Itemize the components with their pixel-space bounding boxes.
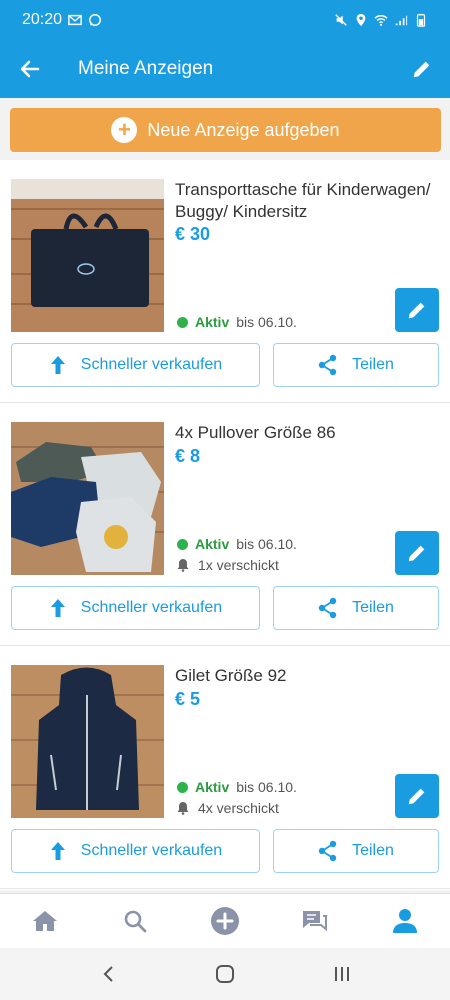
nav-add[interactable]	[200, 896, 250, 946]
status-label: Aktiv	[195, 314, 230, 330]
plus-icon: +	[111, 117, 138, 143]
edit-ad-button[interactable]	[395, 288, 439, 332]
sell-faster-label: Schneller verkaufen	[80, 842, 223, 859]
edit-ad-button[interactable]	[395, 774, 439, 818]
sent-label: 4x verschickt	[198, 800, 279, 816]
pencil-icon	[413, 61, 430, 78]
ad-card: Transporttasche für Kinderwagen/ Buggy/ …	[0, 160, 450, 403]
ad-price: € 8	[175, 446, 201, 466]
share-icon	[318, 597, 337, 619]
page-title: Meine Anzeigen	[78, 58, 214, 79]
ad-title[interactable]: 4x Pullover Größe 86	[175, 422, 440, 444]
location-icon	[356, 13, 366, 27]
arrow-left-icon	[20, 60, 40, 78]
bell-icon	[177, 559, 189, 572]
share-label: Teilen	[352, 842, 394, 859]
ad-card: Gilet Größe 92 € 5 Aktiv bis 06.10. 4x v…	[0, 646, 450, 889]
sell-faster-label: Schneller verkaufen	[80, 599, 223, 616]
status-bar: 20:20	[0, 0, 450, 40]
system-home-button[interactable]	[205, 954, 245, 994]
status-label: Aktiv	[195, 536, 230, 552]
home-square-icon	[215, 965, 234, 983]
new-ad-label: Neue Anzeige aufgeben	[147, 119, 340, 140]
ad-price: € 5	[175, 689, 201, 709]
sell-faster-button[interactable]: Schneller verkaufen	[11, 343, 260, 387]
gilet-photo	[11, 665, 164, 818]
sell-faster-button[interactable]: Schneller verkaufen	[11, 586, 260, 630]
wifi-icon	[374, 15, 388, 26]
nav-home[interactable]	[20, 896, 70, 946]
system-back-button[interactable]	[88, 954, 128, 994]
profile-icon	[393, 909, 417, 933]
ad-status: Aktiv bis 06.10.	[177, 779, 297, 795]
edit-button[interactable]	[394, 40, 450, 98]
app-bar: Meine Anzeigen	[0, 40, 450, 98]
ad-title[interactable]: Gilet Größe 92	[175, 665, 440, 687]
share-label: Teilen	[352, 599, 394, 616]
battery-icon	[416, 13, 426, 27]
sent-count: 4x verschickt	[177, 800, 279, 816]
status-until: bis 06.10.	[236, 536, 297, 552]
ads-list: Transporttasche für Kinderwagen/ Buggy/ …	[0, 160, 450, 890]
back-button[interactable]	[0, 40, 60, 98]
bottom-nav	[0, 893, 450, 948]
ad-title[interactable]: Transporttasche für Kinderwagen/ Buggy/ …	[175, 179, 440, 223]
ad-status: Aktiv bis 06.10.	[177, 536, 297, 552]
chevron-left-icon	[103, 966, 114, 982]
mute-icon	[335, 14, 347, 26]
arrow-up-icon	[50, 842, 65, 860]
search-icon	[124, 910, 147, 933]
status-label: Aktiv	[195, 779, 230, 795]
sent-label: 1x verschickt	[198, 557, 279, 573]
share-button[interactable]: Teilen	[273, 586, 439, 630]
whatsapp-icon	[89, 14, 101, 26]
system-recents-button[interactable]	[322, 954, 362, 994]
ad-status: Aktiv bis 06.10.	[177, 314, 297, 330]
share-button[interactable]: Teilen	[273, 829, 439, 873]
pencil-icon	[408, 545, 425, 562]
recents-icon	[334, 967, 349, 981]
nav-messages[interactable]	[290, 896, 340, 946]
sell-faster-button[interactable]: Schneller verkaufen	[11, 829, 260, 873]
pencil-icon	[408, 302, 425, 319]
clock: 20:20	[22, 11, 63, 28]
ad-image[interactable]	[11, 179, 164, 332]
nav-profile[interactable]	[380, 896, 430, 946]
bag-photo	[11, 179, 164, 332]
share-icon	[318, 354, 337, 376]
share-button[interactable]: Teilen	[273, 343, 439, 387]
sent-count: 1x verschickt	[177, 557, 279, 573]
arrow-up-icon	[50, 356, 65, 374]
share-label: Teilen	[352, 356, 394, 373]
ad-price: € 30	[175, 224, 211, 244]
system-nav-bar	[0, 948, 450, 1000]
status-until: bis 06.10.	[236, 314, 297, 330]
status-until: bis 06.10.	[236, 779, 297, 795]
messages-icon	[303, 911, 327, 932]
signal-icon	[395, 15, 408, 26]
nav-search[interactable]	[110, 896, 160, 946]
ad-card: 4x Pullover Größe 86 € 8 Aktiv bis 06.10…	[0, 403, 450, 646]
pullover-photo	[11, 422, 164, 575]
sell-faster-label: Schneller verkaufen	[80, 356, 223, 373]
active-dot-icon	[177, 781, 188, 793]
active-dot-icon	[177, 316, 188, 328]
bell-icon	[177, 802, 189, 815]
add-icon	[211, 907, 239, 935]
home-icon	[33, 911, 57, 931]
share-icon	[318, 840, 337, 862]
ad-image[interactable]	[11, 665, 164, 818]
pencil-icon	[408, 788, 425, 805]
active-dot-icon	[177, 538, 188, 550]
ad-image[interactable]	[11, 422, 164, 575]
new-ad-button[interactable]: + Neue Anzeige aufgeben	[10, 108, 441, 152]
arrow-up-icon	[50, 599, 65, 617]
edit-ad-button[interactable]	[395, 531, 439, 575]
gmail-icon	[68, 14, 82, 26]
